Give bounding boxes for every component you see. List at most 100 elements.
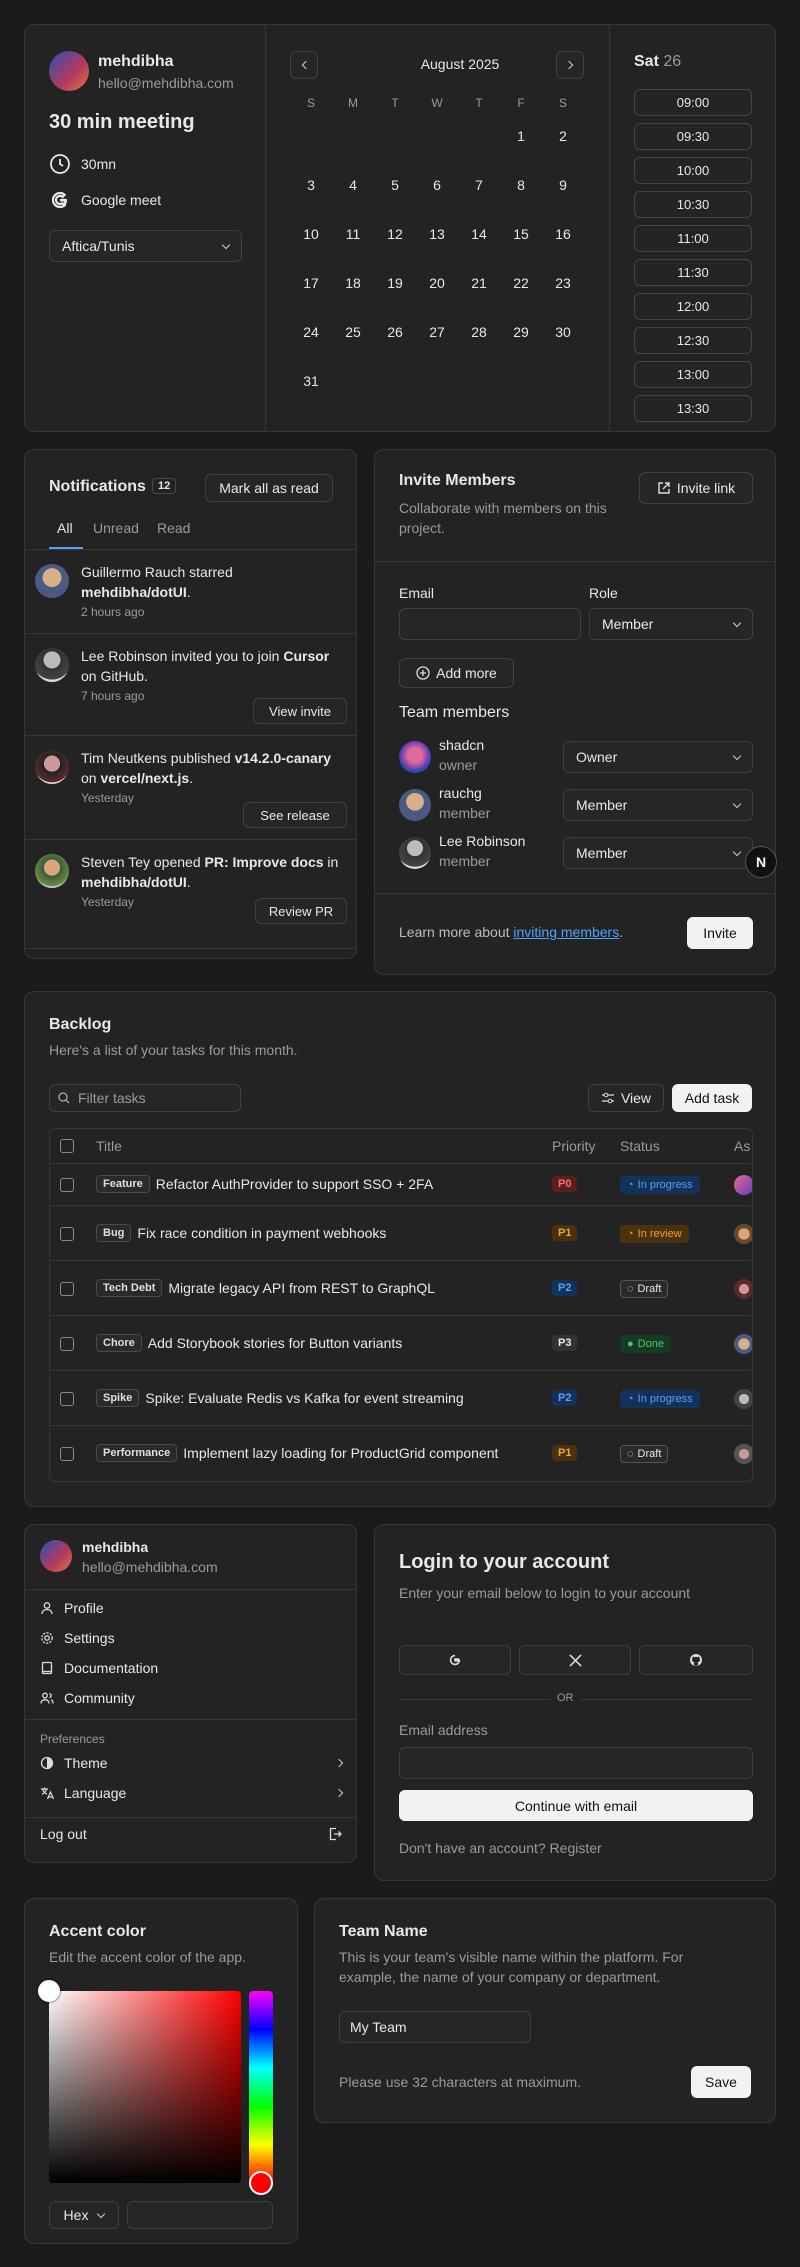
inviting-members-link[interactable]: inviting members (513, 924, 619, 940)
add-more-button[interactable]: Add more (399, 658, 514, 688)
calendar-day[interactable]: 1 (500, 115, 542, 164)
mark-all-read-button[interactable]: Mark all as read (205, 474, 333, 502)
time-slot-button[interactable]: 09:00 (634, 89, 752, 116)
time-slot-button[interactable]: 13:00 (634, 361, 752, 388)
color-format-select[interactable]: Hex (49, 2201, 119, 2229)
notification-item[interactable]: Steven Tey opened PR: Improve docs in me… (25, 839, 356, 939)
calendar-day[interactable]: 28 (458, 311, 500, 360)
calendar-day[interactable]: 31 (290, 360, 332, 409)
time-slot-button[interactable]: 10:00 (634, 157, 752, 184)
calendar-day[interactable]: 25 (332, 311, 374, 360)
calendar-day[interactable]: 29 (500, 311, 542, 360)
calendar-day[interactable]: 30 (542, 311, 584, 360)
login-email-input[interactable] (399, 1747, 753, 1779)
calendar-day[interactable]: 11 (332, 213, 374, 262)
calendar-day[interactable]: 6 (416, 164, 458, 213)
hue-slider[interactable] (249, 1991, 273, 2183)
tab-unread[interactable]: Unread (93, 520, 139, 536)
notification-item[interactable]: Tim Neutkens published v14.2.0-canary on… (25, 735, 356, 839)
invite-link-button[interactable]: Invite link (639, 472, 753, 504)
saturation-handle[interactable] (38, 1980, 60, 2002)
row-checkbox[interactable] (60, 1446, 74, 1461)
table-row[interactable]: Bug Fix race condition in payment webhook… (50, 1205, 752, 1260)
row-checkbox[interactable] (60, 1281, 74, 1296)
view-invite-button[interactable]: View invite (253, 698, 347, 724)
table-row[interactable]: Feature Refactor AuthProvider to support … (50, 1163, 752, 1205)
calendar-day[interactable]: 19 (374, 262, 416, 311)
member-role-select[interactable]: Member (563, 837, 753, 869)
time-slot-button[interactable]: 11:30 (634, 259, 752, 286)
tab-read[interactable]: Read (157, 520, 190, 536)
calendar-day[interactable]: 13 (416, 213, 458, 262)
calendar-day[interactable]: 12 (374, 213, 416, 262)
select-all-checkbox[interactable] (60, 1139, 74, 1153)
hue-handle[interactable] (249, 2171, 273, 2195)
calendar-day[interactable]: 10 (290, 213, 332, 262)
invite-button[interactable]: Invite (687, 917, 753, 949)
github-login-button[interactable] (639, 1645, 753, 1675)
timezone-select[interactable]: Aftica/Tunis (49, 230, 242, 262)
next-month-button[interactable] (556, 51, 584, 79)
hex-input[interactable] (127, 2201, 273, 2229)
calendar-day[interactable]: 22 (500, 262, 542, 311)
table-row[interactable]: Spike Spike: Evaluate Redis vs Kafka for … (50, 1370, 752, 1425)
calendar-day[interactable]: 8 (500, 164, 542, 213)
calendar-day[interactable]: 14 (458, 213, 500, 262)
prev-month-button[interactable] (290, 51, 318, 79)
row-checkbox[interactable] (60, 1178, 74, 1192)
filter-tasks-input[interactable]: Filter tasks (49, 1084, 241, 1112)
time-slot-button[interactable]: 11:00 (634, 225, 752, 252)
calendar-day[interactable]: 15 (500, 213, 542, 262)
add-task-button[interactable]: Add task (672, 1084, 752, 1112)
calendar-day[interactable]: 16 (542, 213, 584, 262)
time-slot-button[interactable]: 12:00 (634, 293, 752, 320)
row-checkbox[interactable] (60, 1226, 74, 1241)
tab-all[interactable]: All (57, 520, 73, 536)
floating-n-badge[interactable]: N (745, 846, 777, 878)
menu-item-documentation[interactable]: Documentation (40, 1660, 158, 1676)
calendar-day[interactable]: 20 (416, 262, 458, 311)
member-role-select[interactable]: Member (563, 789, 753, 821)
calendar-day[interactable]: 27 (416, 311, 458, 360)
calendar-day[interactable]: 18 (332, 262, 374, 311)
calendar-day[interactable]: 21 (458, 262, 500, 311)
notification-item[interactable]: Guillermo Rauch starred mehdibha/dotUI. … (25, 549, 356, 633)
calendar-day[interactable]: 3 (290, 164, 332, 213)
menu-item-profile[interactable]: Profile (40, 1600, 104, 1616)
calendar-day[interactable]: 9 (542, 164, 584, 213)
calendar-day[interactable]: 5 (374, 164, 416, 213)
menu-item-language[interactable]: Language (40, 1785, 344, 1801)
continue-with-email-button[interactable]: Continue with email (399, 1790, 753, 1821)
time-slot-button[interactable]: 09:30 (634, 123, 752, 150)
notification-item[interactable]: Lee Robinson invited you to join Cursor … (25, 633, 356, 735)
time-slot-button[interactable]: 12:30 (634, 327, 752, 354)
color-saturation-area[interactable] (49, 1991, 241, 2183)
see-release-button[interactable]: See release (243, 802, 347, 828)
time-slot-button[interactable]: 13:30 (634, 395, 752, 422)
review-pr-button[interactable]: Review PR (255, 898, 347, 924)
member-role-select[interactable]: Owner (563, 741, 753, 773)
menu-item-theme[interactable]: Theme (40, 1755, 344, 1771)
google-login-button[interactable] (399, 1645, 511, 1675)
table-row[interactable]: Tech Debt Migrate legacy API from REST to… (50, 1260, 752, 1315)
table-row[interactable]: Chore Add Storybook stories for Button va… (50, 1315, 752, 1370)
menu-item-logout[interactable]: Log out (40, 1826, 342, 1842)
calendar-day[interactable]: 17 (290, 262, 332, 311)
view-button[interactable]: View (588, 1084, 664, 1112)
row-checkbox[interactable] (60, 1391, 74, 1406)
calendar-day[interactable]: 24 (290, 311, 332, 360)
menu-item-settings[interactable]: Settings (40, 1630, 115, 1646)
calendar-day[interactable]: 2 (542, 115, 584, 164)
register-prompt[interactable]: Don't have an account? Register (399, 1840, 602, 1856)
team-name-input[interactable]: My Team (339, 2011, 531, 2043)
time-slot-button[interactable]: 10:30 (634, 191, 752, 218)
role-select[interactable]: Member (589, 608, 753, 640)
email-input[interactable] (399, 608, 581, 640)
calendar-day[interactable]: 7 (458, 164, 500, 213)
calendar-day[interactable]: 26 (374, 311, 416, 360)
table-row[interactable]: Performance Implement lazy loading for Pr… (50, 1425, 752, 1480)
menu-item-community[interactable]: Community (40, 1690, 135, 1706)
calendar-day[interactable]: 4 (332, 164, 374, 213)
row-checkbox[interactable] (60, 1336, 74, 1351)
save-button[interactable]: Save (691, 2066, 751, 2098)
